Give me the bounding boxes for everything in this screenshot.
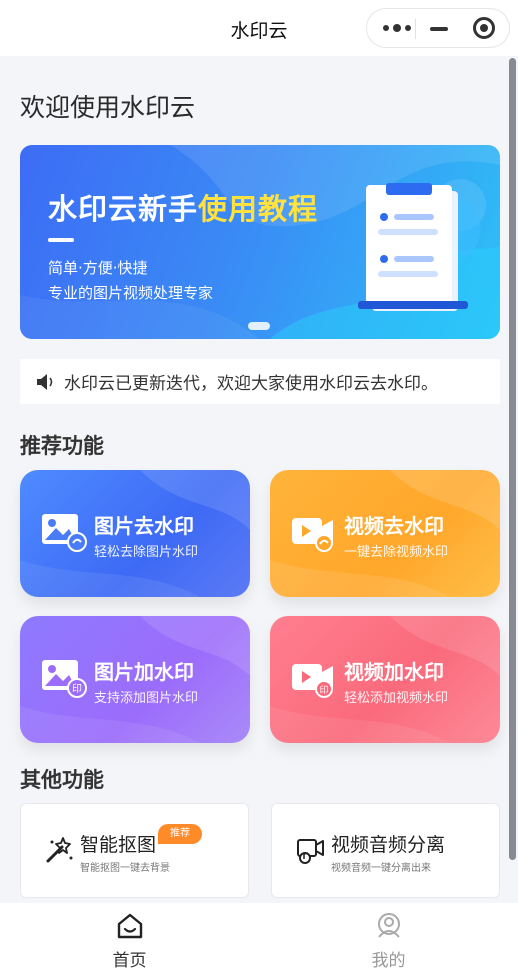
magic-wand-icon bbox=[46, 837, 73, 863]
card-title: 视频加水印 bbox=[344, 660, 444, 684]
banner-title-highlight: 使用教程 bbox=[198, 192, 319, 226]
profile-icon bbox=[378, 913, 400, 938]
video-remove-icon bbox=[292, 518, 333, 552]
notice-text: 水印云已更新迭代，欢迎大家使用水印云去水印。 bbox=[64, 374, 438, 394]
welcome-title: 欢迎使用水印云 bbox=[20, 93, 196, 122]
more-icon[interactable] bbox=[383, 22, 413, 34]
card-subtitle: 智能抠图一键去背景 bbox=[80, 863, 170, 874]
card-title: 图片加水印 bbox=[94, 660, 194, 684]
tab-label: 首页 bbox=[112, 951, 147, 971]
close-icon[interactable] bbox=[473, 17, 495, 39]
scrollbar[interactable] bbox=[509, 58, 516, 860]
capsule-divider bbox=[415, 19, 416, 39]
notice-bar[interactable]: 水印云已更新迭代，欢迎大家使用水印云去水印。 bbox=[20, 359, 500, 404]
banner-title-main: 水印云新手 bbox=[48, 192, 199, 226]
speaker-icon bbox=[37, 373, 53, 390]
minimize-icon[interactable] bbox=[430, 27, 448, 31]
banner-subtitle-2: 专业的图片视频处理专家 bbox=[48, 284, 214, 302]
card-subtitle: 轻松添加视频水印 bbox=[344, 691, 449, 706]
svg-text:印: 印 bbox=[72, 683, 82, 695]
remove-image-watermark-card[interactable]: 图片去水印 轻松去除图片水印 bbox=[20, 470, 250, 597]
video-audio-icon bbox=[297, 839, 324, 864]
tab-home[interactable]: 首页 bbox=[0, 903, 259, 975]
image-remove-icon bbox=[42, 514, 87, 552]
card-subtitle: 一键去除视频水印 bbox=[344, 545, 449, 560]
tab-bar: 首页 我的 bbox=[0, 903, 518, 975]
svg-text:印: 印 bbox=[319, 684, 328, 696]
video-add-watermark-icon: 印 bbox=[292, 664, 333, 698]
card-title: 视频去水印 bbox=[344, 514, 444, 538]
banner-title: 水印云新手使用教程 bbox=[48, 186, 318, 228]
banner-subtitle-1: 简单·方便·快捷 bbox=[48, 259, 148, 277]
video-audio-separation-card[interactable]: 视频音频分离 视频音频一键分离出来 bbox=[271, 803, 500, 898]
image-add-watermark-icon: 印 bbox=[42, 660, 87, 698]
add-image-watermark-card[interactable]: 印 图片加水印 支持添加图片水印 bbox=[20, 616, 250, 743]
banner-pagination-dot[interactable] bbox=[248, 322, 270, 330]
home-icon bbox=[117, 913, 143, 939]
card-subtitle: 轻松去除图片水印 bbox=[94, 545, 199, 560]
recommend-tag: 推荐 bbox=[158, 824, 202, 844]
smart-cutout-card[interactable]: 智能抠图 推荐 智能抠图一键去背景 bbox=[20, 803, 249, 898]
remove-video-watermark-card[interactable]: 视频去水印 一键去除视频水印 bbox=[270, 470, 500, 597]
add-video-watermark-card[interactable]: 印 视频加水印 轻松添加视频水印 bbox=[270, 616, 500, 743]
card-title: 智能抠图 bbox=[80, 834, 157, 856]
document-illustration-icon bbox=[358, 183, 468, 311]
tab-me[interactable]: 我的 bbox=[259, 903, 518, 975]
recommend-section-title: 推荐功能 bbox=[20, 434, 104, 458]
tab-label: 我的 bbox=[371, 951, 406, 971]
card-title: 视频音频分离 bbox=[331, 834, 446, 856]
banner-divider bbox=[48, 238, 74, 242]
other-section-title: 其他功能 bbox=[20, 768, 104, 792]
card-subtitle: 视频音频一键分离出来 bbox=[331, 863, 431, 874]
card-subtitle: 支持添加图片水印 bbox=[94, 691, 199, 706]
tutorial-banner[interactable]: 水印云新手使用教程 简单·方便·快捷 专业的图片视频处理专家 bbox=[20, 145, 500, 339]
card-title: 图片去水印 bbox=[94, 514, 194, 538]
nav-bar: 水印云 bbox=[0, 0, 518, 56]
mini-program-capsule bbox=[366, 8, 510, 48]
